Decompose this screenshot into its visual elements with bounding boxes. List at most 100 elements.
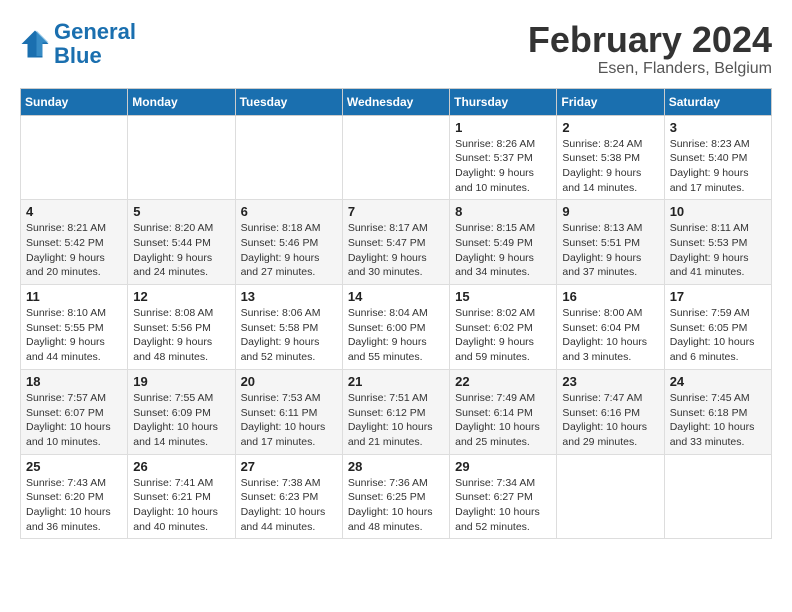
day-info: Sunrise: 8:04 AM Sunset: 6:00 PM Dayligh… bbox=[348, 306, 444, 365]
title-block: February 2024 Esen, Flanders, Belgium bbox=[528, 20, 772, 78]
day-info: Sunrise: 7:43 AM Sunset: 6:20 PM Dayligh… bbox=[26, 476, 122, 535]
day-info: Sunrise: 8:06 AM Sunset: 5:58 PM Dayligh… bbox=[241, 306, 337, 365]
day-number: 27 bbox=[241, 459, 337, 474]
calendar-cell: 18 Sunrise: 7:57 AM Sunset: 6:07 PM Dayli… bbox=[21, 369, 128, 454]
day-info: Sunrise: 7:55 AM Sunset: 6:09 PM Dayligh… bbox=[133, 391, 229, 450]
day-number: 10 bbox=[670, 204, 766, 219]
weekday-header-tuesday: Tuesday bbox=[235, 88, 342, 115]
calendar-cell: 20 Sunrise: 7:53 AM Sunset: 6:11 PM Dayli… bbox=[235, 369, 342, 454]
day-info: Sunrise: 7:45 AM Sunset: 6:18 PM Dayligh… bbox=[670, 391, 766, 450]
day-info: Sunrise: 8:23 AM Sunset: 5:40 PM Dayligh… bbox=[670, 137, 766, 196]
weekday-header-thursday: Thursday bbox=[450, 88, 557, 115]
day-number: 13 bbox=[241, 289, 337, 304]
day-info: Sunrise: 7:34 AM Sunset: 6:27 PM Dayligh… bbox=[455, 476, 551, 535]
day-number: 8 bbox=[455, 204, 551, 219]
day-number: 7 bbox=[348, 204, 444, 219]
calendar-cell: 14Sunrise: 8:04 AM Sunset: 6:00 PM Dayli… bbox=[342, 285, 449, 370]
calendar-cell: 26 Sunrise: 7:41 AM Sunset: 6:21 PM Dayli… bbox=[128, 454, 235, 539]
day-info: Sunrise: 8:20 AM Sunset: 5:44 PM Dayligh… bbox=[133, 221, 229, 280]
weekday-header-friday: Friday bbox=[557, 88, 664, 115]
weekday-header-wednesday: Wednesday bbox=[342, 88, 449, 115]
day-number: 6 bbox=[241, 204, 337, 219]
calendar-cell: 28 Sunrise: 7:36 AM Sunset: 6:25 PM Dayli… bbox=[342, 454, 449, 539]
logo-icon bbox=[20, 29, 50, 59]
day-info: Sunrise: 7:51 AM Sunset: 6:12 PM Dayligh… bbox=[348, 391, 444, 450]
day-info: Sunrise: 8:26 AM Sunset: 5:37 PM Dayligh… bbox=[455, 137, 551, 196]
calendar-cell: 15 Sunrise: 8:02 AM Sunset: 6:02 PM Dayli… bbox=[450, 285, 557, 370]
weekday-header-monday: Monday bbox=[128, 88, 235, 115]
calendar-cell: 10Sunrise: 8:11 AM Sunset: 5:53 PM Dayli… bbox=[664, 200, 771, 285]
day-info: Sunrise: 8:17 AM Sunset: 5:47 PM Dayligh… bbox=[348, 221, 444, 280]
logo-text: General Blue bbox=[54, 20, 136, 68]
calendar-body: 1 Sunrise: 8:26 AM Sunset: 5:37 PM Daylig… bbox=[21, 115, 772, 539]
day-info: Sunrise: 8:15 AM Sunset: 5:49 PM Dayligh… bbox=[455, 221, 551, 280]
calendar-header: SundayMondayTuesdayWednesdayThursdayFrid… bbox=[21, 88, 772, 115]
day-number: 25 bbox=[26, 459, 122, 474]
calendar-cell: 22 Sunrise: 7:49 AM Sunset: 6:14 PM Dayli… bbox=[450, 369, 557, 454]
calendar-cell bbox=[21, 115, 128, 200]
calendar-cell: 2 Sunrise: 8:24 AM Sunset: 5:38 PM Daylig… bbox=[557, 115, 664, 200]
day-number: 29 bbox=[455, 459, 551, 474]
calendar-cell: 11Sunrise: 8:10 AM Sunset: 5:55 PM Dayli… bbox=[21, 285, 128, 370]
day-number: 18 bbox=[26, 374, 122, 389]
day-number: 26 bbox=[133, 459, 229, 474]
day-number: 24 bbox=[670, 374, 766, 389]
logo: General Blue bbox=[20, 20, 136, 68]
day-number: 15 bbox=[455, 289, 551, 304]
weekday-header-sunday: Sunday bbox=[21, 88, 128, 115]
page-title: February 2024 bbox=[528, 20, 772, 60]
day-info: Sunrise: 7:49 AM Sunset: 6:14 PM Dayligh… bbox=[455, 391, 551, 450]
calendar-cell bbox=[128, 115, 235, 200]
day-number: 17 bbox=[670, 289, 766, 304]
day-number: 28 bbox=[348, 459, 444, 474]
day-info: Sunrise: 8:08 AM Sunset: 5:56 PM Dayligh… bbox=[133, 306, 229, 365]
day-number: 20 bbox=[241, 374, 337, 389]
day-info: Sunrise: 7:36 AM Sunset: 6:25 PM Dayligh… bbox=[348, 476, 444, 535]
day-info: Sunrise: 7:41 AM Sunset: 6:21 PM Dayligh… bbox=[133, 476, 229, 535]
calendar-cell: 29 Sunrise: 7:34 AM Sunset: 6:27 PM Dayli… bbox=[450, 454, 557, 539]
calendar-week-row: 4 Sunrise: 8:21 AM Sunset: 5:42 PM Daylig… bbox=[21, 200, 772, 285]
calendar-cell: 13 Sunrise: 8:06 AM Sunset: 5:58 PM Dayli… bbox=[235, 285, 342, 370]
calendar-cell: 7 Sunrise: 8:17 AM Sunset: 5:47 PM Daylig… bbox=[342, 200, 449, 285]
calendar-cell bbox=[557, 454, 664, 539]
calendar-cell bbox=[664, 454, 771, 539]
calendar-cell: 25 Sunrise: 7:43 AM Sunset: 6:20 PM Dayli… bbox=[21, 454, 128, 539]
day-info: Sunrise: 8:18 AM Sunset: 5:46 PM Dayligh… bbox=[241, 221, 337, 280]
day-number: 4 bbox=[26, 204, 122, 219]
calendar-cell bbox=[342, 115, 449, 200]
day-info: Sunrise: 8:21 AM Sunset: 5:42 PM Dayligh… bbox=[26, 221, 122, 280]
day-number: 9 bbox=[562, 204, 658, 219]
calendar-cell: 5Sunrise: 8:20 AM Sunset: 5:44 PM Daylig… bbox=[128, 200, 235, 285]
calendar-cell: 23 Sunrise: 7:47 AM Sunset: 6:16 PM Dayli… bbox=[557, 369, 664, 454]
calendar-cell: 19 Sunrise: 7:55 AM Sunset: 6:09 PM Dayli… bbox=[128, 369, 235, 454]
day-number: 2 bbox=[562, 120, 658, 135]
calendar-cell: 4 Sunrise: 8:21 AM Sunset: 5:42 PM Daylig… bbox=[21, 200, 128, 285]
day-number: 22 bbox=[455, 374, 551, 389]
calendar-cell: 24 Sunrise: 7:45 AM Sunset: 6:18 PM Dayli… bbox=[664, 369, 771, 454]
day-number: 23 bbox=[562, 374, 658, 389]
day-info: Sunrise: 7:57 AM Sunset: 6:07 PM Dayligh… bbox=[26, 391, 122, 450]
day-info: Sunrise: 7:53 AM Sunset: 6:11 PM Dayligh… bbox=[241, 391, 337, 450]
calendar-cell: 3 Sunrise: 8:23 AM Sunset: 5:40 PM Daylig… bbox=[664, 115, 771, 200]
day-info: Sunrise: 8:02 AM Sunset: 6:02 PM Dayligh… bbox=[455, 306, 551, 365]
calendar-cell: 17Sunrise: 7:59 AM Sunset: 6:05 PM Dayli… bbox=[664, 285, 771, 370]
day-info: Sunrise: 8:00 AM Sunset: 6:04 PM Dayligh… bbox=[562, 306, 658, 365]
calendar-table: SundayMondayTuesdayWednesdayThursdayFrid… bbox=[20, 88, 772, 540]
day-number: 19 bbox=[133, 374, 229, 389]
calendar-cell: 27Sunrise: 7:38 AM Sunset: 6:23 PM Dayli… bbox=[235, 454, 342, 539]
day-number: 16 bbox=[562, 289, 658, 304]
calendar-cell: 21Sunrise: 7:51 AM Sunset: 6:12 PM Dayli… bbox=[342, 369, 449, 454]
weekday-header-saturday: Saturday bbox=[664, 88, 771, 115]
day-info: Sunrise: 7:47 AM Sunset: 6:16 PM Dayligh… bbox=[562, 391, 658, 450]
day-info: Sunrise: 8:13 AM Sunset: 5:51 PM Dayligh… bbox=[562, 221, 658, 280]
day-info: Sunrise: 8:10 AM Sunset: 5:55 PM Dayligh… bbox=[26, 306, 122, 365]
calendar-week-row: 11Sunrise: 8:10 AM Sunset: 5:55 PM Dayli… bbox=[21, 285, 772, 370]
calendar-cell: 6 Sunrise: 8:18 AM Sunset: 5:46 PM Daylig… bbox=[235, 200, 342, 285]
day-number: 3 bbox=[670, 120, 766, 135]
calendar-cell: 1 Sunrise: 8:26 AM Sunset: 5:37 PM Daylig… bbox=[450, 115, 557, 200]
day-number: 12 bbox=[133, 289, 229, 304]
calendar-cell: 16 Sunrise: 8:00 AM Sunset: 6:04 PM Dayli… bbox=[557, 285, 664, 370]
day-number: 1 bbox=[455, 120, 551, 135]
calendar-week-row: 18 Sunrise: 7:57 AM Sunset: 6:07 PM Dayli… bbox=[21, 369, 772, 454]
day-info: Sunrise: 8:24 AM Sunset: 5:38 PM Dayligh… bbox=[562, 137, 658, 196]
